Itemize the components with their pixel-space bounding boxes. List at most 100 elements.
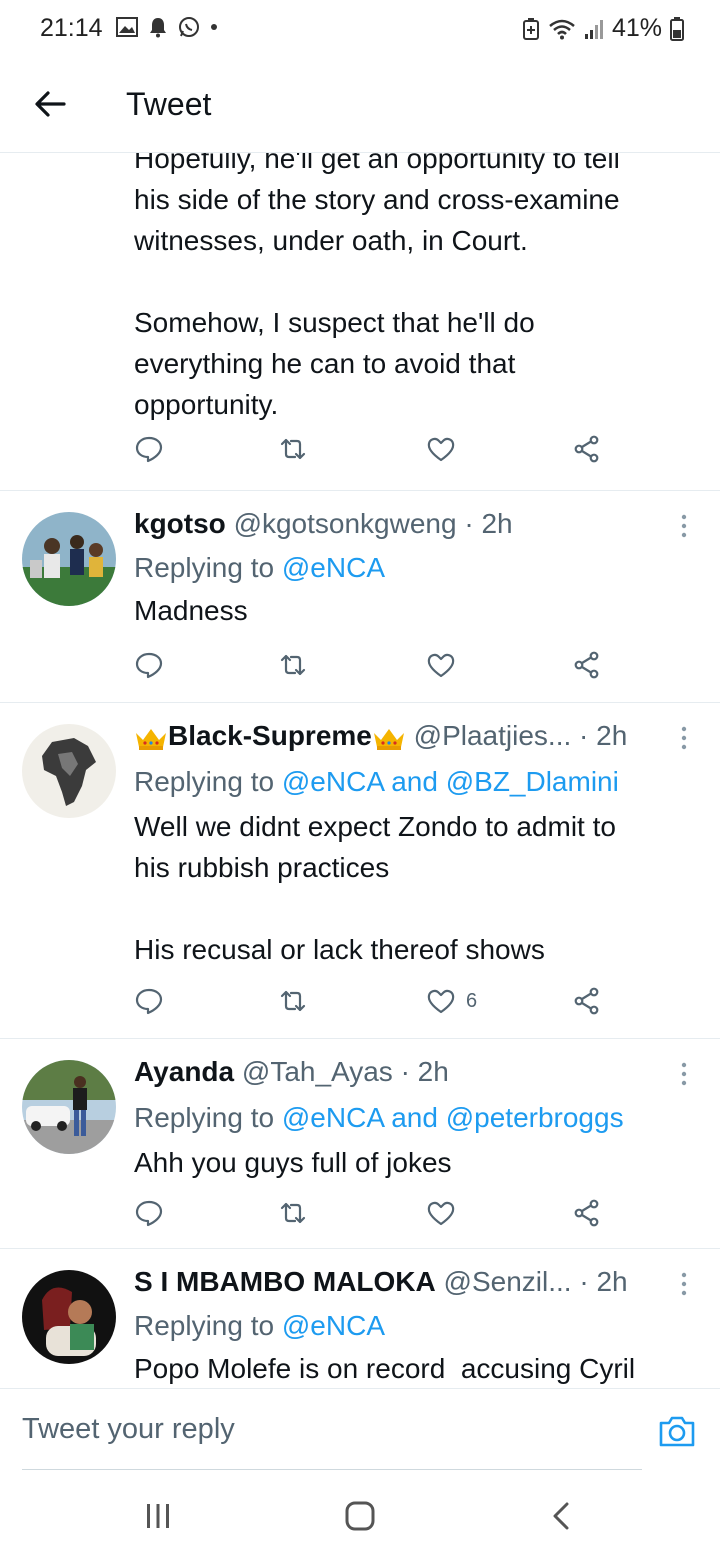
author-name[interactable]: S I MBAMBO MALOKA	[134, 1266, 436, 1297]
system-indicators: 41%	[522, 14, 684, 43]
retweet-button[interactable]	[278, 1196, 308, 1230]
like-button[interactable]	[426, 1196, 456, 1230]
bell-icon	[150, 18, 166, 38]
status-bar: 21:14 41%	[0, 0, 720, 58]
author-name[interactable]: Ayanda	[134, 1056, 234, 1087]
tweet-actions	[134, 432, 614, 466]
gallery-icon	[116, 17, 138, 37]
more-icon[interactable]	[676, 726, 692, 750]
more-icon[interactable]	[676, 1062, 692, 1086]
tweet-time: · 2h	[400, 1056, 449, 1087]
tweet-text: Ahh you guys full of jokes	[134, 1147, 452, 1178]
author-name[interactable]: Black-Supreme	[168, 720, 372, 751]
share-icon	[574, 1199, 599, 1227]
partial-tweet[interactable]: Hopefully, he'll get an opportunity to t…	[0, 152, 720, 491]
avatar-image	[22, 1060, 116, 1154]
share-button[interactable]	[572, 432, 602, 466]
replying-to-link[interactable]: @eNCA and @BZ_Dlamini	[282, 766, 619, 797]
replying-to: Replying to @eNCA	[134, 1310, 385, 1342]
home-icon[interactable]	[344, 1500, 376, 1532]
reply-button[interactable]	[134, 1196, 164, 1230]
replying-to-prefix: Replying to	[134, 766, 275, 797]
back-arrow-icon[interactable]	[32, 86, 68, 122]
replying-to-link[interactable]: @eNCA	[282, 552, 385, 583]
tweet-time: · 2h	[579, 720, 628, 751]
retweet-icon	[280, 1202, 306, 1224]
replying-to: Replying to @eNCA and @peterbroggs	[134, 1102, 624, 1134]
tweet-time: · 2h	[464, 508, 513, 539]
reply-header: Black-Supreme @Plaatjies... · 2h	[134, 720, 627, 752]
reply-button[interactable]	[134, 432, 164, 466]
dot-icon	[211, 24, 217, 30]
avatar[interactable]	[22, 724, 116, 818]
reply-header: Ayanda @Tah_Ayas · 2h	[134, 1056, 449, 1088]
replying-to-prefix: Replying to	[134, 552, 275, 583]
reply-tweet[interactable]: S I MBAMBO MALOKA @Senzil... · 2h Replyi…	[0, 1248, 720, 1388]
system-nav-bar	[0, 1470, 720, 1560]
tweet-text: Well we didnt expect Zondo to admit to h…	[134, 811, 616, 965]
reply-button[interactable]	[134, 648, 164, 682]
tweet-actions: 6	[134, 984, 614, 1018]
avatar-image	[22, 724, 116, 818]
share-button[interactable]	[572, 1196, 602, 1230]
avatar[interactable]	[22, 1060, 116, 1154]
tweet-actions	[134, 1196, 614, 1230]
share-button[interactable]	[572, 648, 602, 682]
retweet-icon	[280, 654, 306, 676]
app-bar: Tweet	[0, 58, 720, 153]
tweet-actions	[134, 648, 614, 682]
retweet-button[interactable]	[278, 432, 308, 466]
share-icon	[574, 435, 599, 463]
reply-icon	[135, 1200, 163, 1227]
like-icon	[427, 653, 455, 678]
back-nav-icon[interactable]	[546, 1500, 578, 1532]
status-time: 21:14	[40, 14, 103, 42]
reply-icon	[135, 988, 163, 1015]
replying-to-link[interactable]: @eNCA and @peterbroggs	[282, 1102, 624, 1133]
battery-percent: 41%	[611, 14, 662, 42]
tweet-time: · 2h	[579, 1266, 628, 1297]
reply-button[interactable]	[134, 984, 164, 1018]
reply-header: kgotso @kgotsonkgweng · 2h	[134, 508, 513, 540]
like-button[interactable]	[426, 648, 456, 682]
avatar-image	[22, 512, 116, 606]
reply-tweet[interactable]: kgotso @kgotsonkgweng · 2h Replying to @…	[0, 490, 720, 703]
avatar[interactable]	[22, 1270, 116, 1364]
share-icon	[574, 651, 599, 679]
like-button[interactable]: 6	[426, 984, 477, 1018]
tweet-thread[interactable]: Hopefully, he'll get an opportunity to t…	[0, 152, 720, 1388]
retweet-button[interactable]	[278, 984, 308, 1018]
replying-to-prefix: Replying to	[134, 1102, 275, 1133]
reply-header: S I MBAMBO MALOKA @Senzil... · 2h	[134, 1266, 628, 1298]
battery-saver-icon	[522, 17, 539, 40]
author-handle[interactable]: @kgotsonkgweng	[234, 508, 457, 539]
replying-to-prefix: Replying to	[134, 1310, 275, 1341]
retweet-button[interactable]	[278, 648, 308, 682]
like-icon	[427, 437, 455, 462]
reply-tweet[interactable]: Black-Supreme @Plaatjies... · 2h Replyin…	[0, 702, 720, 1039]
tweet-text: Hopefully, he'll get an opportunity to t…	[134, 152, 620, 420]
reply-icon	[135, 652, 163, 679]
replying-to: Replying to @eNCA and @BZ_Dlamini	[134, 766, 619, 798]
author-handle[interactable]: @Tah_Ayas	[242, 1056, 393, 1087]
avatar-image	[22, 1270, 116, 1364]
like-button[interactable]	[426, 432, 456, 466]
tweet-text: Popo Molefe is on record accusing Cyril	[134, 1353, 636, 1384]
reply-icon	[135, 436, 163, 463]
more-icon[interactable]	[676, 1272, 692, 1296]
reply-tweet[interactable]: Ayanda @Tah_Ayas · 2h Replying to @eNCA …	[0, 1038, 720, 1249]
whatsapp-icon	[179, 17, 199, 37]
avatar[interactable]	[22, 512, 116, 606]
like-icon	[427, 989, 455, 1014]
author-handle[interactable]: @Plaatjies...	[414, 720, 572, 751]
replying-to: Replying to @eNCA	[134, 552, 385, 584]
author-handle[interactable]: @Senzil...	[444, 1266, 572, 1297]
tweet-text: Madness	[134, 595, 248, 626]
camera-icon[interactable]	[658, 1414, 696, 1448]
more-icon[interactable]	[676, 514, 692, 538]
recent-apps-icon[interactable]	[142, 1500, 174, 1532]
replying-to-link[interactable]: @eNCA	[282, 1310, 385, 1341]
share-button[interactable]	[572, 984, 602, 1018]
reply-input[interactable]: Tweet your reply	[22, 1389, 642, 1470]
author-name[interactable]: kgotso	[134, 508, 226, 539]
